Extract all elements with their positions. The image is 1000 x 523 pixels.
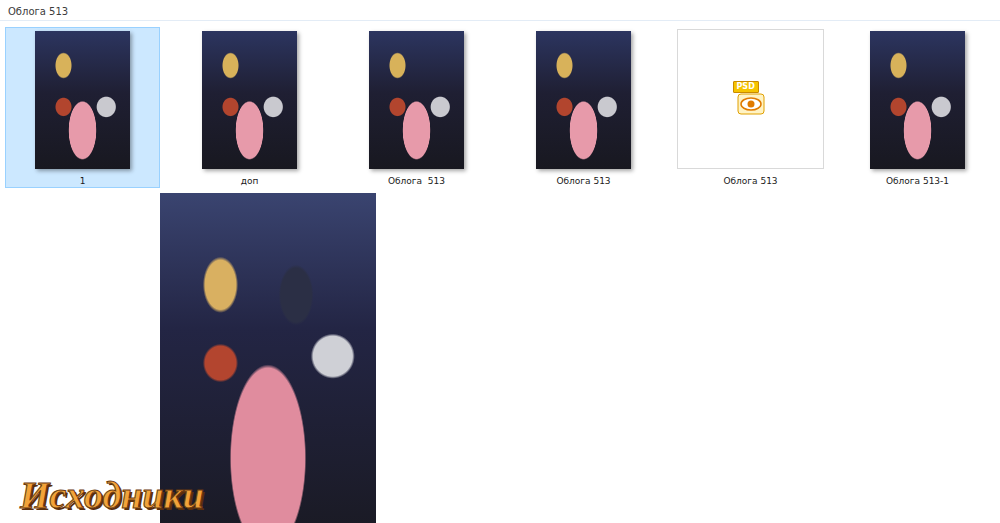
file-name: Облога 513 [556, 175, 610, 187]
watermark: Исходники [16, 473, 208, 517]
folder-title: Облога 513 [0, 0, 1000, 21]
file-name: Облога 513-1 [886, 175, 949, 187]
file-name: Облога 513 [723, 175, 777, 187]
file-item[interactable]: доп [172, 27, 327, 188]
image-thumbnail [35, 31, 130, 169]
eye-icon [737, 93, 765, 115]
image-thumbnail [536, 31, 631, 169]
image-thumbnail [870, 31, 965, 169]
preview-row [0, 188, 1000, 523]
file-item[interactable]: Облога 513 [506, 27, 661, 188]
file-name: доп [241, 175, 259, 187]
explorer-window: Облога 513 1 доп Облога 513 Облога 513 PSD Обл… [0, 0, 1000, 523]
preview-image [160, 193, 376, 523]
file-item[interactable]: Облога 513 [339, 27, 494, 188]
psd-badge: PSD [733, 81, 759, 93]
psd-thumbnail: PSD [677, 29, 824, 169]
file-item[interactable]: PSD Облога 513 [673, 27, 828, 188]
file-name: 1 [80, 175, 86, 187]
image-thumbnail [202, 31, 297, 169]
image-thumbnail [369, 31, 464, 169]
file-item[interactable]: Облога 513-1 [840, 27, 995, 188]
file-name: Облога 513 [388, 175, 445, 187]
psd-file-icon: PSD [731, 81, 771, 117]
file-grid: 1 доп Облога 513 Облога 513 PSD Облога 513 Обл… [0, 21, 1000, 188]
file-item[interactable]: 1 [5, 27, 160, 188]
